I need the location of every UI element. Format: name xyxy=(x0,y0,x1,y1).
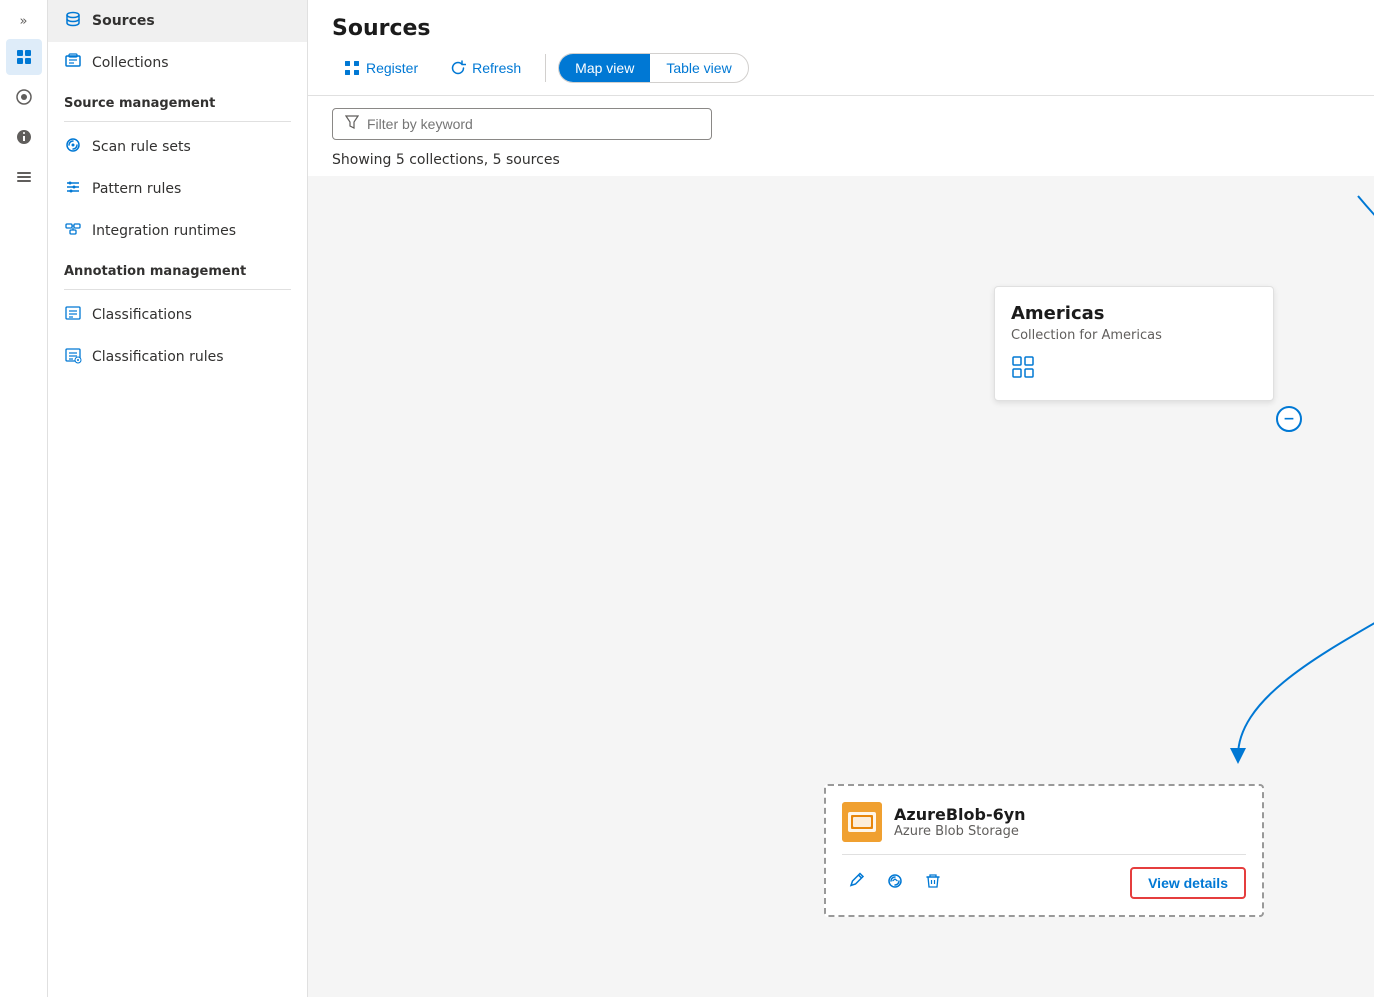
sidebar-item-integration-runtimes[interactable]: Integration runtimes xyxy=(48,210,307,252)
edit-icon xyxy=(848,872,866,890)
view-details-button[interactable]: View details xyxy=(1130,867,1246,899)
view-details-label: View details xyxy=(1148,875,1228,891)
rail-item-home[interactable] xyxy=(6,79,42,115)
filter-icon xyxy=(345,115,359,133)
view-toggle: Map view Table view xyxy=(558,53,749,83)
collapse-rail-button[interactable]: » xyxy=(14,8,34,35)
delete-icon xyxy=(924,872,942,890)
blob-card-header: AzureBlob-6yn Azure Blob Storage xyxy=(842,802,1246,842)
refresh-label: Refresh xyxy=(472,60,521,76)
blob-card-type: Azure Blob Storage xyxy=(894,824,1026,839)
integration-runtimes-label: Integration runtimes xyxy=(92,223,236,239)
classification-rules-icon xyxy=(64,346,82,368)
sidebar: Sources Collections Source management Sc… xyxy=(48,0,308,997)
map-view-button[interactable]: Map view xyxy=(559,54,650,82)
blob-storage-icon xyxy=(842,802,882,842)
blob-card-container: AzureBlob-6yn Azure Blob Storage xyxy=(824,784,1264,917)
register-icon xyxy=(344,60,360,76)
sidebar-item-scan-rule-sets[interactable]: Scan rule sets xyxy=(48,126,307,168)
sidebar-item-sources[interactable]: Sources xyxy=(48,0,307,42)
sidebar-sources-label: Sources xyxy=(92,13,155,29)
map-view-label: Map view xyxy=(575,60,634,76)
delete-button[interactable] xyxy=(918,868,948,899)
map-canvas[interactable]: Americas Collection for Americas − xyxy=(308,176,1374,997)
sidebar-divider-2 xyxy=(64,289,291,290)
annotation-management-header: Annotation management xyxy=(48,252,307,285)
refresh-icon xyxy=(450,60,466,76)
table-view-button[interactable]: Table view xyxy=(650,54,747,82)
rail-item-tools[interactable] xyxy=(6,159,42,195)
search-input[interactable] xyxy=(367,116,699,132)
collapse-button[interactable]: − xyxy=(1276,406,1302,432)
sidebar-item-classifications[interactable]: Classifications xyxy=(48,294,307,336)
scan-rule-sets-icon xyxy=(64,136,82,158)
americas-card-subtitle: Collection for Americas xyxy=(1011,328,1257,343)
showing-text: Showing 5 collections, 5 sources xyxy=(308,152,1374,176)
classifications-label: Classifications xyxy=(92,307,192,323)
integration-runtimes-icon xyxy=(64,220,82,242)
scan-rule-sets-label: Scan rule sets xyxy=(92,139,191,155)
pattern-rules-label: Pattern rules xyxy=(92,181,181,197)
sidebar-item-pattern-rules[interactable]: Pattern rules xyxy=(48,168,307,210)
register-button[interactable]: Register xyxy=(332,54,430,82)
pattern-rules-icon xyxy=(64,178,82,200)
blob-card-divider xyxy=(842,854,1246,855)
scan-icon xyxy=(886,872,904,890)
filter-bar xyxy=(308,96,1374,152)
classification-rules-label: Classification rules xyxy=(92,349,224,365)
source-management-header: Source management xyxy=(48,84,307,117)
refresh-button[interactable]: Refresh xyxy=(438,54,533,82)
sidebar-collections-label: Collections xyxy=(92,55,169,71)
toolbar: Register Refresh Map view Table view xyxy=(332,53,1350,95)
classifications-icon xyxy=(64,304,82,326)
americas-card-title: Americas xyxy=(1011,303,1257,324)
toolbar-divider xyxy=(545,54,546,82)
register-label: Register xyxy=(366,60,418,76)
collections-icon xyxy=(64,52,82,74)
sources-icon xyxy=(64,10,82,32)
americas-card[interactable]: Americas Collection for Americas xyxy=(994,286,1274,401)
blob-card[interactable]: AzureBlob-6yn Azure Blob Storage xyxy=(824,784,1264,917)
filter-input-wrap[interactable] xyxy=(332,108,712,140)
main-content: Sources Register Refresh xyxy=(308,0,1374,997)
blob-card-name: AzureBlob-6yn xyxy=(894,805,1026,824)
main-header: Sources Register Refresh xyxy=(308,0,1374,96)
sidebar-divider-1 xyxy=(64,121,291,122)
blob-card-info: AzureBlob-6yn Azure Blob Storage xyxy=(894,805,1026,839)
sidebar-item-classification-rules[interactable]: Classification rules xyxy=(48,336,307,378)
sidebar-item-collections[interactable]: Collections xyxy=(48,42,307,84)
blob-card-actions: View details xyxy=(842,867,1246,899)
scan-button[interactable] xyxy=(880,868,910,899)
icon-rail: » xyxy=(0,0,48,997)
americas-card-grid-icon[interactable] xyxy=(1011,355,1257,384)
table-view-label: Table view xyxy=(666,60,731,76)
rail-item-data-map[interactable] xyxy=(6,39,42,75)
edit-button[interactable] xyxy=(842,868,872,899)
rail-item-insights[interactable] xyxy=(6,119,42,155)
page-title: Sources xyxy=(332,16,1350,41)
